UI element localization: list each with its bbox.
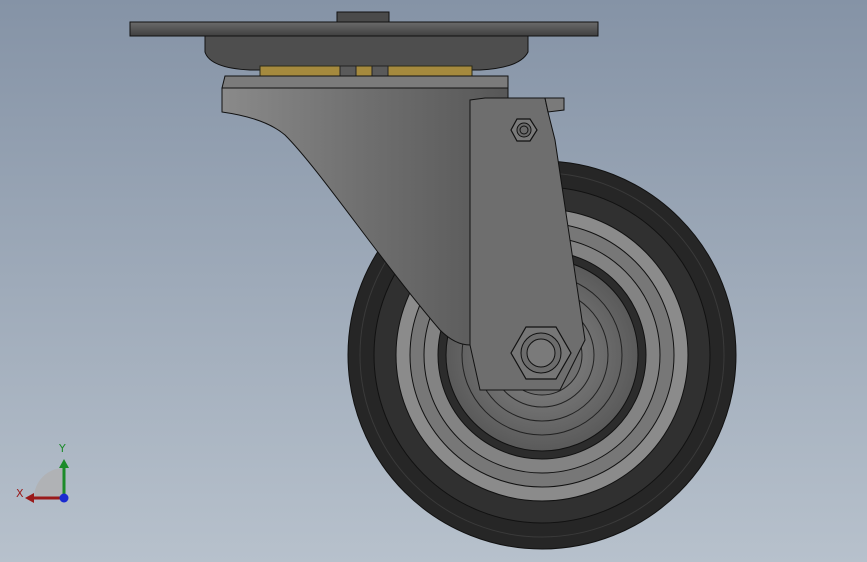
- orientation-triad[interactable]: X Y: [10, 440, 80, 510]
- top-plate: [129, 11, 599, 71]
- swivel-bearing: [221, 65, 509, 89]
- cad-viewport[interactable]: X Y: [0, 0, 867, 562]
- caster-model[interactable]: [0, 0, 867, 562]
- y-axis-label: Y: [59, 442, 66, 455]
- x-axis-label: X: [16, 487, 24, 500]
